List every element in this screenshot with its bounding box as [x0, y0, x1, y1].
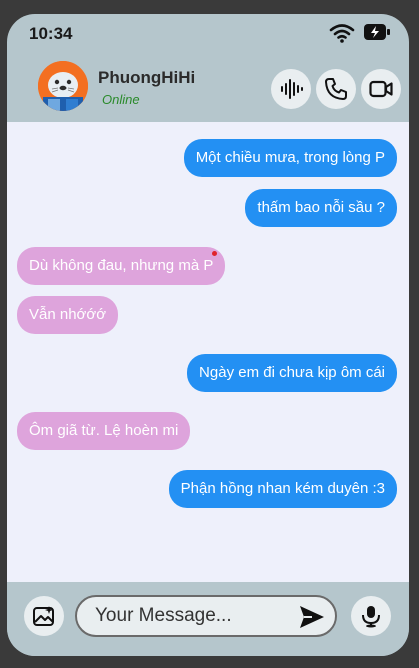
message-list[interactable]: Một chiều mưa, trong lòng P thấm bao nỗi… — [7, 122, 409, 582]
message-outgoing[interactable]: Một chiều mưa, trong lòng P — [183, 139, 397, 177]
chat-header: PhuongHiHi Online — [7, 54, 409, 124]
message-composer — [7, 582, 409, 656]
message-outgoing[interactable]: Ngày em đi chưa kịp ôm cái — [187, 354, 397, 392]
message-incoming[interactable]: Ôm giã từ. Lệ hoèn mi — [17, 412, 191, 450]
avatar[interactable] — [38, 61, 88, 111]
online-status: Online — [102, 92, 140, 107]
seal-avatar-icon — [38, 61, 88, 111]
voice-record-button[interactable] — [351, 596, 391, 636]
microphone-icon — [362, 606, 380, 628]
video-camera-icon — [369, 80, 393, 98]
send-icon — [300, 606, 324, 628]
status-bar: 10:34 — [7, 14, 409, 54]
status-time: 10:34 — [29, 24, 73, 43]
battery-charging-icon — [364, 24, 390, 40]
attach-image-button[interactable] — [24, 596, 64, 636]
message-incoming[interactable]: Vẫn nhớớớ — [17, 296, 119, 334]
message-outgoing[interactable]: Phận hồng nhan kém duyên :3 — [168, 470, 397, 508]
message-incoming[interactable]: Dù không đau, nhưng mà P — [17, 247, 226, 285]
unread-dot — [212, 251, 217, 256]
video-call-button[interactable] — [361, 69, 401, 109]
image-sparkle-icon — [33, 606, 54, 626]
contact-name: PhuongHiHi — [98, 68, 196, 87]
phone-icon — [325, 78, 347, 100]
call-button[interactable] — [316, 69, 356, 109]
message-outgoing[interactable]: thấm bao nỗi sầu ? — [245, 189, 397, 227]
send-button[interactable] — [297, 604, 327, 630]
voice-wave-icon — [281, 79, 303, 99]
voice-message-button[interactable] — [271, 69, 311, 109]
wifi-icon — [329, 24, 355, 43]
phone-frame: 10:34 PhuongHiHi Online Một chiều mưa, t… — [7, 14, 409, 656]
